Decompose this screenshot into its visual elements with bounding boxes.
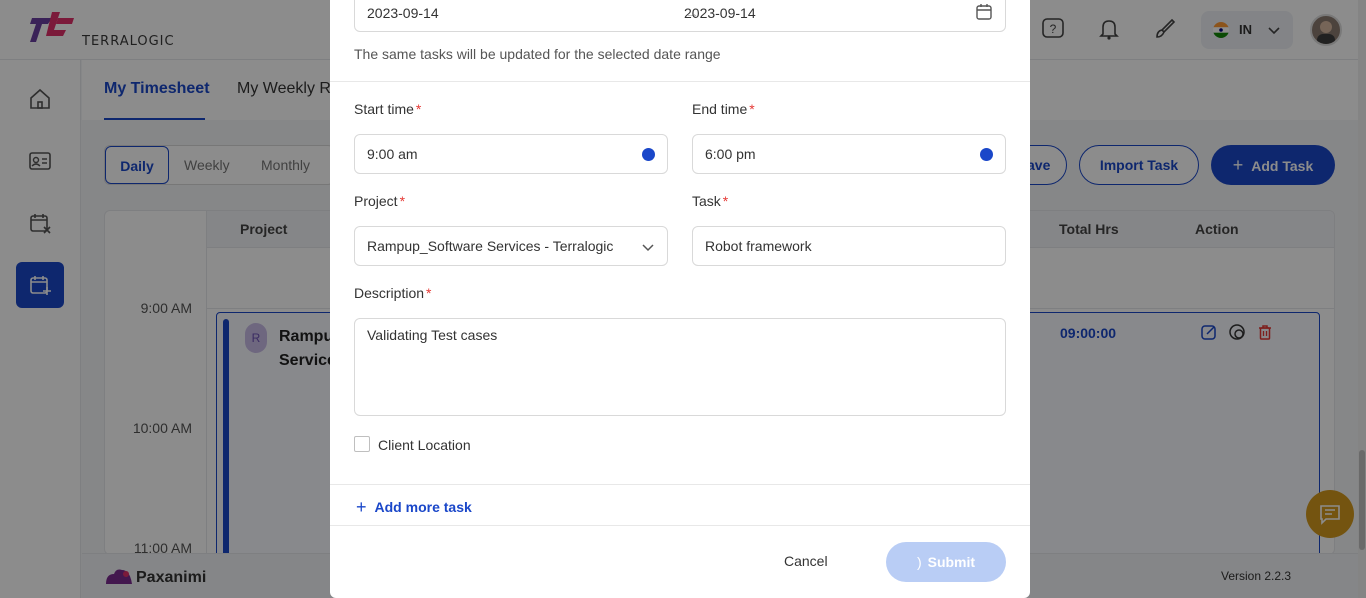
project-value: Rampup_Software Services - Terralogic <box>367 238 614 254</box>
start-time-label-text: Start time <box>354 101 414 117</box>
end-time-input[interactable]: 6:00 pm <box>692 134 1006 174</box>
clock-icon <box>642 148 655 161</box>
task-input[interactable]: Robot framework <box>692 226 1006 266</box>
end-time-value: 6:00 pm <box>705 146 756 162</box>
chevron-down-icon <box>641 240 655 259</box>
end-time-label: End time * <box>692 101 755 117</box>
add-more-task-label: Add more task <box>374 499 472 515</box>
divider <box>330 525 1030 526</box>
description-value: Validating Test cases <box>367 327 498 343</box>
start-time-label: Start time * <box>354 101 422 117</box>
clock-icon <box>980 148 993 161</box>
task-value: Robot framework <box>705 238 812 254</box>
divider <box>330 81 1030 82</box>
description-label: Description * <box>354 285 432 301</box>
date-from-value: 2023-09-14 <box>367 5 439 21</box>
submit-label: Submit <box>927 554 976 570</box>
date-range-hint: The same tasks will be updated for the s… <box>354 46 721 62</box>
description-textarea[interactable]: Validating Test cases <box>354 318 1006 416</box>
start-time-value: 9:00 am <box>367 146 418 162</box>
divider <box>330 484 1030 485</box>
client-location-checkbox[interactable] <box>354 436 370 452</box>
date-to-value: 2023-09-14 <box>684 5 756 21</box>
description-label-text: Description <box>354 285 425 301</box>
task-label-text: Task <box>692 193 721 209</box>
project-label: Project * <box>354 193 406 209</box>
project-select[interactable]: Rampup_Software Services - Terralogic <box>354 226 668 266</box>
project-label-text: Project <box>354 193 398 209</box>
end-time-label-text: End time <box>692 101 748 117</box>
cancel-button[interactable]: Cancel <box>784 553 828 569</box>
submit-button[interactable]: ) Submit <box>886 542 1006 582</box>
add-more-task-button[interactable]: + Add more task <box>356 496 472 517</box>
calendar-icon[interactable] <box>975 3 993 26</box>
task-label: Task * <box>692 193 729 209</box>
client-location-label[interactable]: Client Location <box>378 437 471 453</box>
plus-icon: + <box>356 497 367 517</box>
start-time-input[interactable]: 9:00 am <box>354 134 668 174</box>
add-task-modal: 2023-09-14 → 2023-09-14 The same tasks w… <box>330 0 1030 598</box>
date-range-picker[interactable]: 2023-09-14 → 2023-09-14 <box>354 0 1006 32</box>
loading-spinner-icon: ) <box>916 554 922 570</box>
